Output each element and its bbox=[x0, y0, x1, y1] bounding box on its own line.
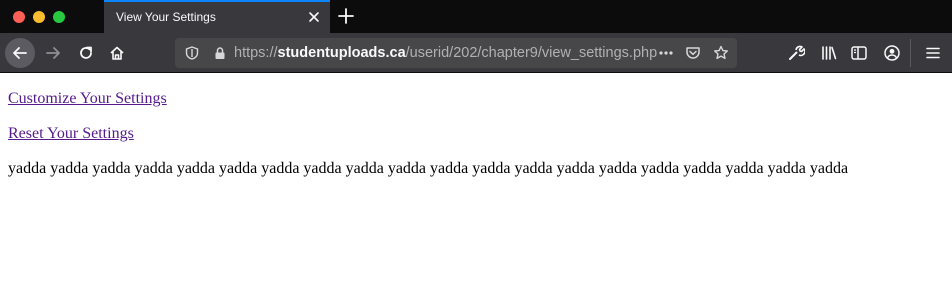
tab-title: View Your Settings bbox=[116, 10, 216, 24]
tracking-shield-icon[interactable] bbox=[185, 46, 199, 60]
reset-settings-link[interactable]: Reset Your Settings bbox=[8, 125, 134, 143]
page-content: Customize Your Settings Reset Your Setti… bbox=[0, 74, 952, 293]
lock-icon[interactable] bbox=[213, 46, 227, 60]
url-host: studentuploads.ca bbox=[277, 45, 406, 61]
forward-button[interactable] bbox=[38, 38, 68, 68]
home-button[interactable] bbox=[102, 38, 132, 68]
url-scheme: https:// bbox=[234, 45, 278, 61]
sidebar-icon[interactable] bbox=[850, 44, 868, 62]
url-bar[interactable]: https://studentuploads.ca/userid/202/cha… bbox=[175, 38, 737, 68]
forward-arrow-icon bbox=[46, 47, 60, 59]
close-icon[interactable] bbox=[307, 10, 321, 24]
back-arrow-icon bbox=[13, 47, 27, 59]
navigation-toolbar: https://studentuploads.ca/userid/202/cha… bbox=[0, 33, 952, 73]
back-button[interactable] bbox=[5, 38, 35, 68]
wrench-icon[interactable] bbox=[787, 44, 805, 62]
window-minimize-button[interactable] bbox=[33, 11, 45, 23]
window-maximize-button[interactable] bbox=[53, 11, 65, 23]
home-icon bbox=[110, 46, 124, 60]
library-icon[interactable] bbox=[820, 44, 838, 62]
bookmark-star-icon[interactable] bbox=[713, 45, 729, 61]
url-path: /userid/202/chapter9/view_settings.php bbox=[405, 45, 658, 61]
toolbar-separator bbox=[910, 39, 911, 67]
hamburger-menu-icon[interactable] bbox=[924, 44, 942, 62]
reload-icon bbox=[80, 46, 92, 59]
customize-settings-link[interactable]: Customize Your Settings bbox=[8, 90, 167, 108]
reload-button[interactable] bbox=[71, 38, 101, 68]
account-icon[interactable] bbox=[883, 44, 901, 62]
body-paragraph: yadda yadda yadda yadda yadda yadda yadd… bbox=[8, 160, 849, 177]
new-tab-plus-icon[interactable] bbox=[337, 7, 355, 25]
url-text[interactable]: https://studentuploads.ca/userid/202/cha… bbox=[234, 45, 657, 61]
window-close-button[interactable] bbox=[13, 11, 25, 23]
pocket-icon[interactable] bbox=[685, 45, 701, 61]
more-actions-icon[interactable] bbox=[658, 45, 674, 61]
tab-view-settings[interactable]: View Your Settings bbox=[104, 0, 330, 33]
tab-strip: View Your Settings bbox=[0, 0, 952, 33]
